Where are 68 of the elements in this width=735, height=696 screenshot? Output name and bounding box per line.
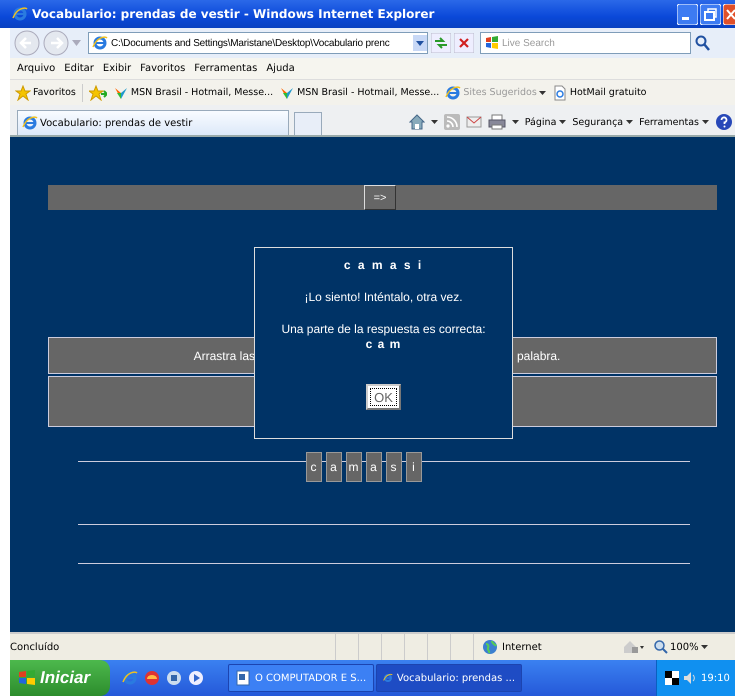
letter-tile[interactable]: a <box>326 452 342 482</box>
star-icon <box>15 84 31 100</box>
toolbar-menu[interactable]: Ferramentas <box>639 116 709 128</box>
letter-tile[interactable]: i <box>406 452 422 482</box>
partial-answer: c a m <box>366 337 402 351</box>
page-icon <box>552 84 568 100</box>
zoom-icon <box>654 640 668 654</box>
stop-icon[interactable] <box>454 33 474 53</box>
help-icon[interactable] <box>715 113 733 131</box>
search-field[interactable]: Live Search <box>480 32 691 54</box>
taskbar-button[interactable]: Vocabulario: prendas ... <box>376 664 522 692</box>
printer-icon[interactable] <box>488 114 506 130</box>
search-icon[interactable] <box>694 34 712 52</box>
dialog-title: c a m a s i <box>344 258 424 272</box>
home-icon[interactable] <box>408 114 425 130</box>
browser-icon <box>445 84 462 100</box>
menu-item[interactable]: Arquivo <box>17 63 56 74</box>
dropdown-icon[interactable] <box>413 35 427 51</box>
browser-icon[interactable] <box>122 670 138 686</box>
caret-icon[interactable] <box>512 120 519 124</box>
menu-item[interactable]: Exibir <box>102 63 132 74</box>
letter-tile[interactable]: a <box>366 452 382 482</box>
clock: 19:10 <box>701 672 730 684</box>
browser-icon <box>22 115 38 131</box>
browser-icon <box>92 35 108 51</box>
caret-icon <box>559 120 566 124</box>
letter-tile[interactable]: c <box>306 452 322 482</box>
menu-item[interactable]: Ferramentas <box>194 63 258 74</box>
favorites-link[interactable]: Favoritos <box>15 84 76 100</box>
refresh-icon[interactable] <box>431 33 451 53</box>
windows-logo-icon <box>485 36 499 50</box>
status-text: Concluído <box>10 642 60 652</box>
browser-tab[interactable]: Vocabulario: prendas de vestir <box>17 110 289 135</box>
menu-item[interactable]: Editar <box>64 63 94 74</box>
feedback-message: ¡Lo siento! Inténtalo, otra vez. <box>304 290 463 304</box>
caret-icon <box>702 120 709 124</box>
instruction-text: palabra. <box>517 348 560 362</box>
instruction-text: Arrastra las <box>192 348 255 362</box>
caret-icon <box>626 120 634 124</box>
add-favorite-icon[interactable] <box>88 84 107 100</box>
menu-item[interactable]: Favoritos <box>140 63 186 74</box>
globe-icon <box>482 639 498 655</box>
taskbar-button[interactable]: O COMPUTADOR E S... <box>228 664 374 692</box>
player-icon[interactable] <box>188 670 204 686</box>
browser-icon <box>12 6 28 22</box>
favorites-link[interactable]: MSN Brasil - Hotmail, Messe... <box>112 84 274 100</box>
close-icon[interactable] <box>723 4 735 24</box>
restore-icon[interactable] <box>700 4 721 24</box>
mail-icon[interactable] <box>466 115 482 129</box>
caret-icon[interactable] <box>430 120 438 124</box>
letter-tile[interactable]: m <box>346 452 362 482</box>
minimize-icon[interactable] <box>677 4 698 24</box>
toolbar-menu[interactable]: Segurança <box>572 116 634 128</box>
favorites-link[interactable]: MSN Brasil - Hotmail, Messe... <box>279 84 440 100</box>
address-field[interactable]: C:\Documents and Settings\Maristane\Desktop\Vocabulario prenc <box>88 32 428 54</box>
zoom-control[interactable]: 100% <box>654 640 708 654</box>
feedback-label: Una parte de la respuesta es correcta: <box>281 322 486 336</box>
caret-icon <box>700 645 708 649</box>
favorites-link[interactable]: HotMail gratuito <box>552 84 646 100</box>
ok-button[interactable]: OK <box>366 384 401 410</box>
letter-tile[interactable]: s <box>386 452 402 482</box>
window-title: Vocabulario: prendas de vestir - Windows Internet Explorer <box>32 7 436 21</box>
menu-item[interactable]: Ajuda <box>266 63 295 74</box>
toolbar-menu[interactable]: Página <box>524 116 566 128</box>
caret-icon <box>538 90 546 94</box>
document-icon <box>235 670 251 686</box>
windows-logo-icon <box>18 669 36 687</box>
next-button[interactable]: => <box>364 185 396 210</box>
